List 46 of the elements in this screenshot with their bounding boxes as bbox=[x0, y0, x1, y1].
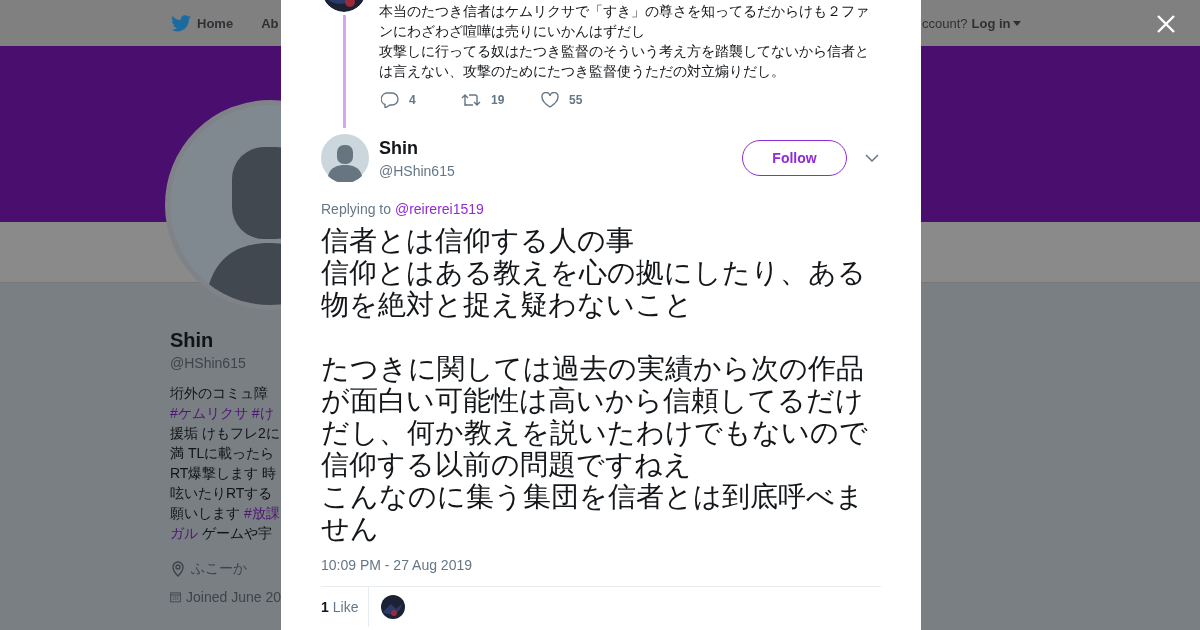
tweet-text: 信者とは信仰する人の事 bbox=[321, 225, 635, 257]
home-link[interactable]: Home bbox=[171, 14, 234, 32]
joined-date: Joined June 20 bbox=[186, 589, 281, 605]
tweet-text: 信仰とはある教えを心の拠にしたり、ある物を絶対と捉え疑わないこと bbox=[321, 257, 867, 321]
tweet-text: たつきに関しては過去の実績から次の作品が面白い可能性は高いから信頼してるだけだし、何か教えを説いたわけでもないので信仰する以前の問題ですねえ bbox=[321, 353, 869, 481]
heart-icon bbox=[541, 92, 559, 108]
hashtag-link[interactable]: #ケムリクサ bbox=[170, 405, 248, 421]
user-name: Shin bbox=[379, 137, 419, 159]
tweet-timestamp: 10:09 PM - 27 Aug 2019 bbox=[321, 557, 473, 573]
tweet-text: 本当のたつき信者はケムリクサで「すき」の尊さを知ってるだからけも２ファンにわざわざ喧嘩は売りにいかんはずだし bbox=[379, 2, 870, 41]
bio-text: 呟いたりRTする bbox=[170, 485, 273, 501]
profile-handle: @HShin615 bbox=[170, 355, 247, 371]
mention-link[interactable]: @reirerei1519 bbox=[394, 201, 484, 217]
reply-button[interactable]: 4 bbox=[381, 92, 461, 108]
tweet-text: こんなのに集う集団を信者とは到底呼べません bbox=[321, 481, 865, 545]
profile-name: Shin bbox=[170, 329, 215, 352]
liker-avatar[interactable] bbox=[381, 595, 406, 619]
user-handle: @HShin615 bbox=[379, 162, 456, 179]
tweet-text: 攻撃しに行ってる奴はたつき監督のそういう考え方を踏襲してないから信者とは言えない、攻撃のためにたつき監督使うただの対立煽りだし。 bbox=[379, 42, 870, 81]
calendar-icon bbox=[170, 589, 182, 605]
bio-text: RT爆撃します 時 bbox=[170, 465, 277, 481]
hashtag-link[interactable]: #放課 bbox=[244, 505, 280, 521]
account-prompt: ccount? bbox=[922, 16, 968, 31]
hashtag-link[interactable]: #け bbox=[251, 405, 274, 421]
bio-text: 援垢 けもフレ2に bbox=[170, 425, 280, 441]
nav-link[interactable]: Ab bbox=[261, 15, 279, 31]
speech-bubble-icon bbox=[381, 92, 399, 108]
like-count[interactable]: 1 Like bbox=[321, 587, 370, 627]
retweet-icon bbox=[461, 92, 481, 108]
like-button[interactable]: 55 bbox=[541, 92, 621, 108]
bio-text: ゲームや宇 bbox=[202, 525, 272, 541]
bio-text: 願いします bbox=[170, 505, 240, 521]
close-icon[interactable] bbox=[1157, 15, 1175, 33]
login-link[interactable]: Log in bbox=[971, 16, 1021, 31]
bird-logo bbox=[171, 14, 191, 32]
chevron-down-icon[interactable] bbox=[865, 153, 879, 163]
retweet-button[interactable]: 19 bbox=[461, 92, 541, 108]
user-avatar bbox=[321, 134, 369, 182]
location-text: ふこーか bbox=[191, 560, 247, 578]
caret-icon bbox=[1012, 21, 1021, 26]
bio-text: 満 TLに載ったら bbox=[170, 445, 275, 461]
hashtag-link[interactable]: ガル bbox=[170, 525, 198, 541]
follow-button[interactable]: Follow bbox=[742, 140, 847, 176]
bio-text: 垳外のコミュ障 bbox=[170, 385, 268, 401]
replying-label: Replying to bbox=[321, 201, 392, 217]
location-icon bbox=[170, 561, 186, 577]
